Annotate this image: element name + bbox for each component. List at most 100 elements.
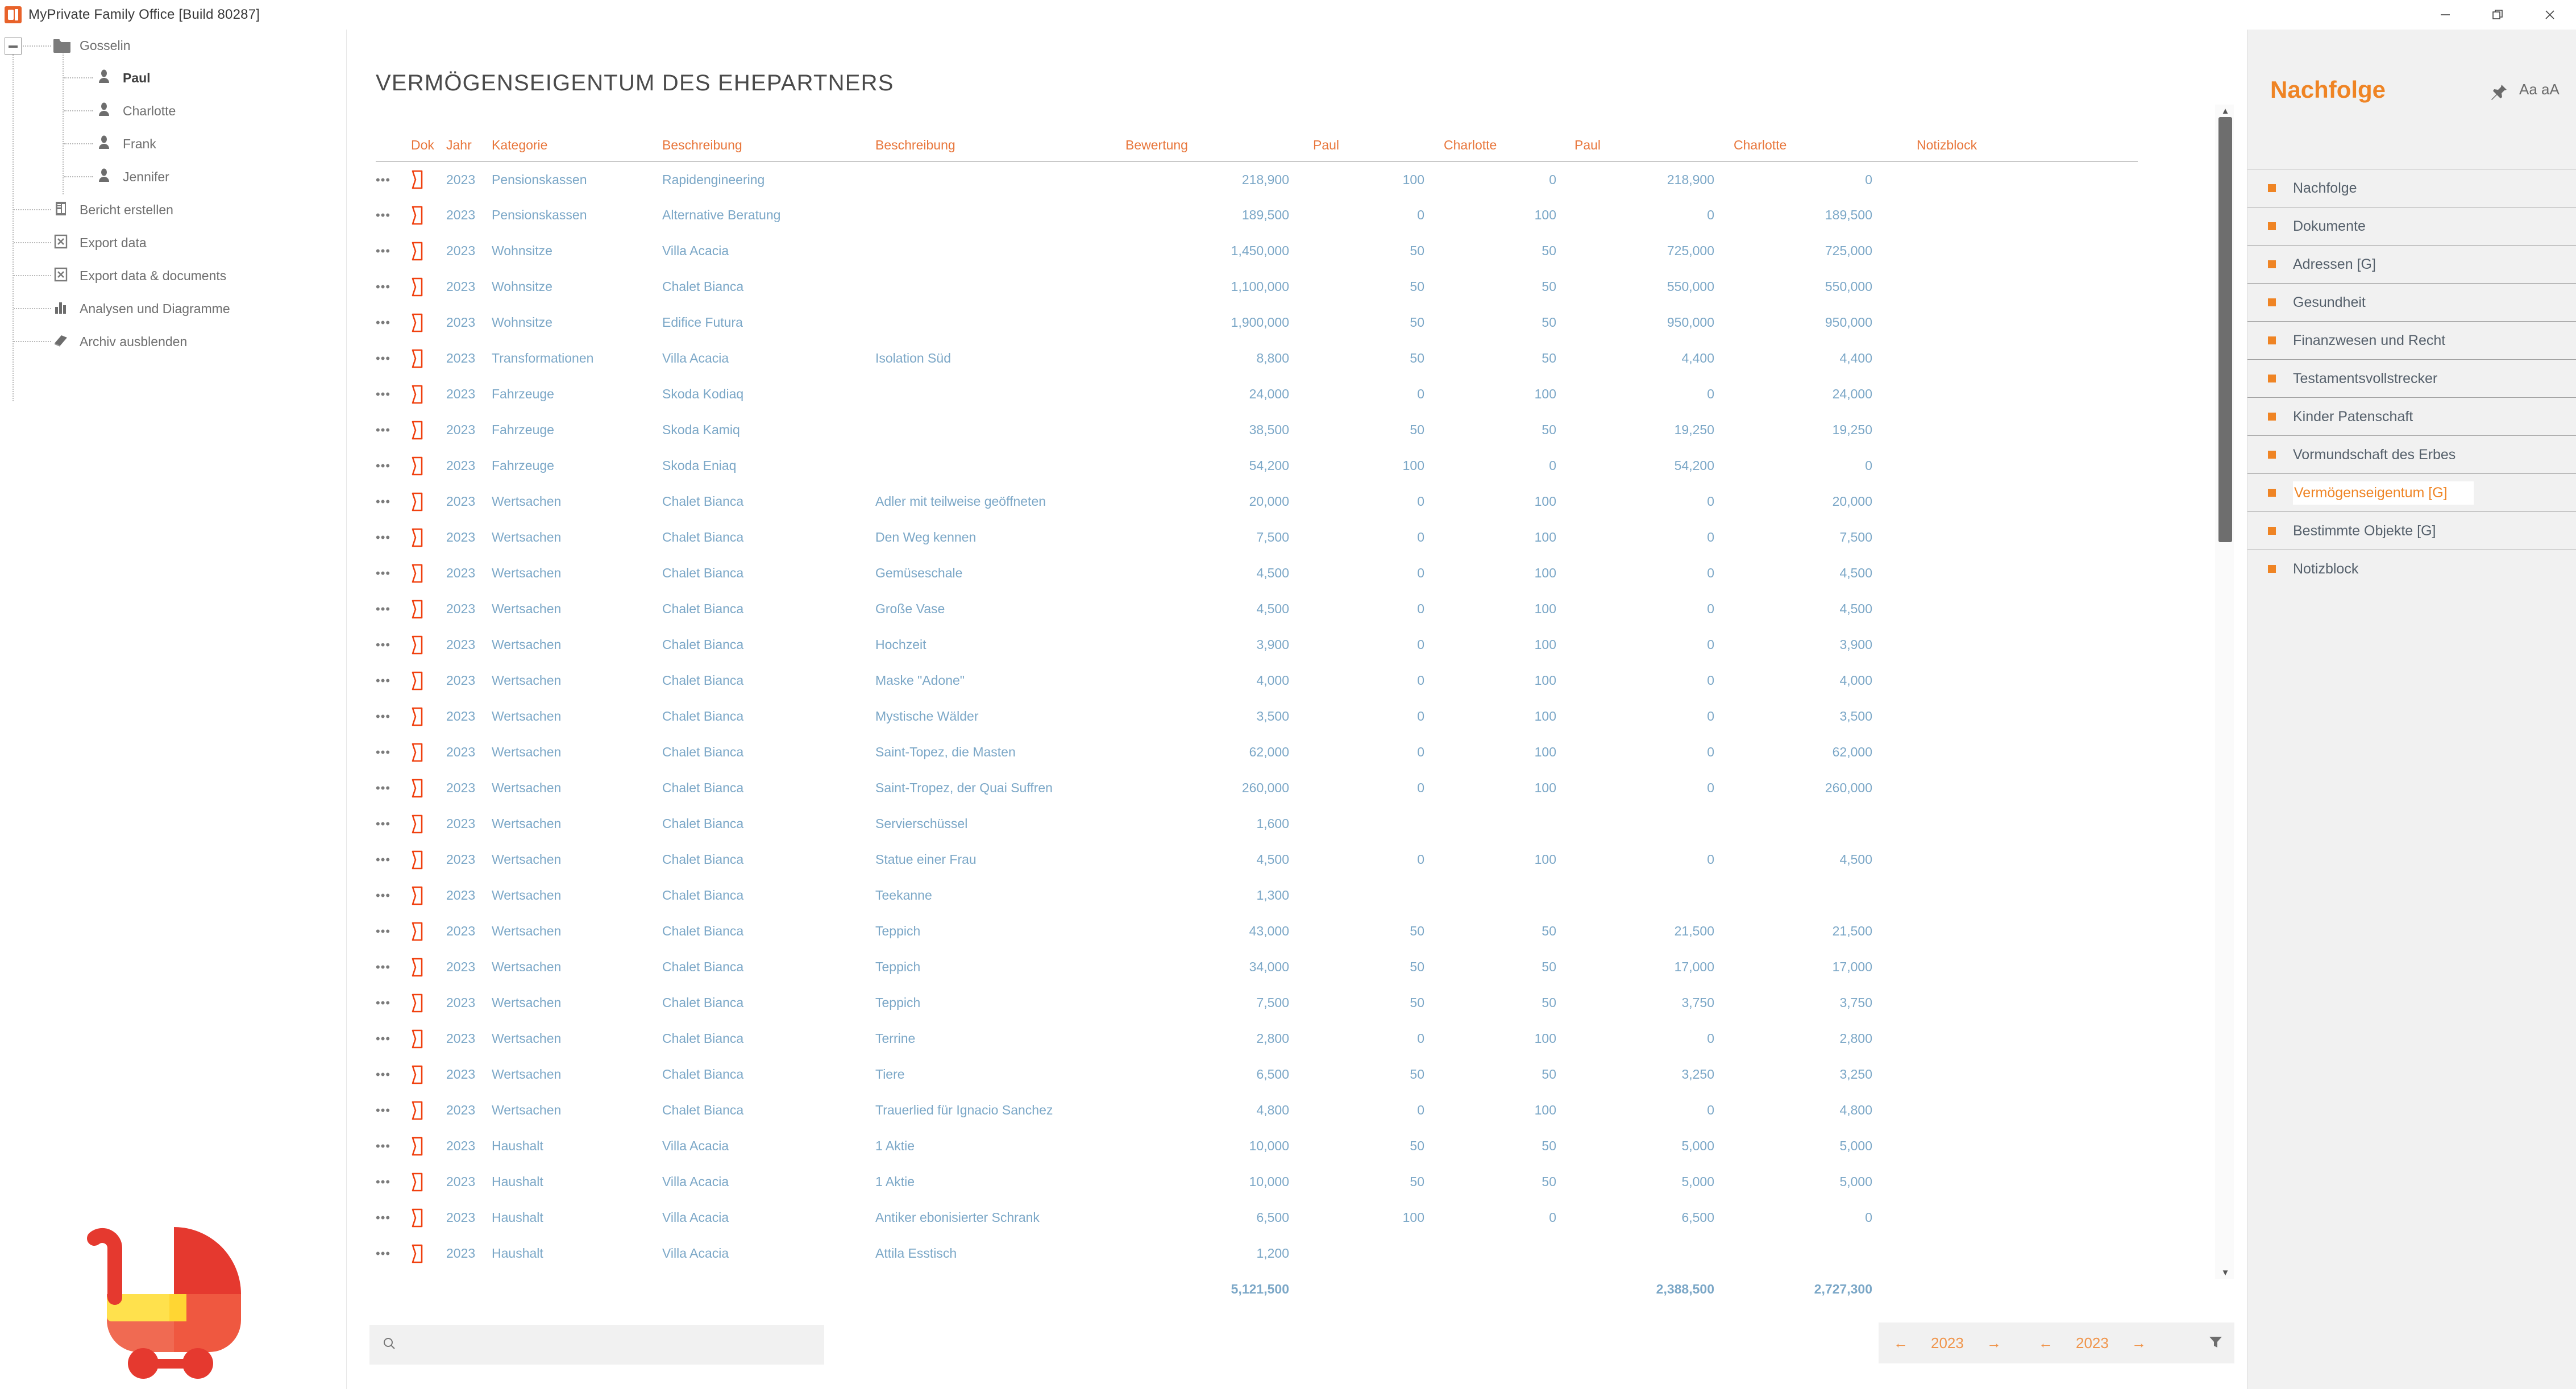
col-notizblock[interactable]: Notizblock: [1893, 138, 2138, 161]
row-menu-button[interactable]: •••: [376, 1164, 411, 1200]
col-pct-paul[interactable]: Paul: [1313, 138, 1444, 161]
document-icon[interactable]: [411, 1164, 446, 1200]
font-size-toggle[interactable]: Aa aA: [2519, 81, 2560, 98]
document-icon[interactable]: [411, 591, 446, 627]
row-menu-button[interactable]: •••: [376, 412, 411, 448]
table-row[interactable]: •••2023WertsachenChalet BiancaHochzeit3,…: [376, 627, 2138, 663]
table-row[interactable]: •••2023WertsachenChalet BiancaMystische …: [376, 698, 2138, 734]
table-row[interactable]: •••2023WertsachenChalet BiancaTerrine2,8…: [376, 1021, 2138, 1057]
row-menu-button[interactable]: •••: [376, 233, 411, 269]
col-bewertung[interactable]: Bewertung: [1125, 138, 1313, 161]
col-val-charlotte[interactable]: Charlotte: [1734, 138, 1893, 161]
document-icon[interactable]: [411, 305, 446, 340]
search-input[interactable]: [406, 1337, 792, 1352]
table-row[interactable]: •••2023WertsachenChalet BiancaGroße Vase…: [376, 591, 2138, 627]
tree-action-export-data-documents[interactable]: Export data & documents: [0, 259, 347, 292]
document-icon[interactable]: [411, 412, 446, 448]
document-icon[interactable]: [411, 448, 446, 484]
table-row[interactable]: •••2023WohnsitzeVilla Acacia1,450,000505…: [376, 233, 2138, 269]
table-row[interactable]: •••2023WertsachenChalet BiancaSaint-Tope…: [376, 734, 2138, 770]
document-icon[interactable]: [411, 913, 446, 949]
row-menu-button[interactable]: •••: [376, 161, 411, 197]
pin-icon[interactable]: [2489, 82, 2508, 101]
table-row[interactable]: •••2023HaushaltVilla AcaciaAntiker eboni…: [376, 1200, 2138, 1236]
table-row[interactable]: •••2023FahrzeugeSkoda Kamiq38,500505019,…: [376, 412, 2138, 448]
right-panel-item-10[interactable]: Bestimmte Objekte [G]: [2247, 511, 2576, 550]
table-row[interactable]: •••2023PensionskassenAlternative Beratun…: [376, 197, 2138, 233]
tree-action-export-data[interactable]: Export data: [0, 226, 347, 259]
tree-action-bericht-erstellen[interactable]: Bericht erstellen: [0, 193, 347, 226]
document-icon[interactable]: [411, 269, 446, 305]
table-row[interactable]: •••2023TransformationenVilla AcaciaIsola…: [376, 340, 2138, 376]
tree-item-frank[interactable]: Frank: [0, 127, 347, 160]
row-menu-button[interactable]: •••: [376, 842, 411, 878]
col-beschreibung-2[interactable]: Beschreibung: [875, 138, 1125, 161]
row-menu-button[interactable]: •••: [376, 376, 411, 412]
row-menu-button[interactable]: •••: [376, 806, 411, 842]
tree-item-gosselin[interactable]: Gosselin: [0, 30, 347, 61]
row-menu-button[interactable]: •••: [376, 305, 411, 340]
table-row[interactable]: •••2023WertsachenChalet BiancaTiere6,500…: [376, 1057, 2138, 1092]
row-menu-button[interactable]: •••: [376, 340, 411, 376]
document-icon[interactable]: [411, 197, 446, 233]
search-bar[interactable]: [369, 1325, 824, 1365]
table-row[interactable]: •••2023WertsachenChalet BiancaGemüsescha…: [376, 555, 2138, 591]
row-menu-button[interactable]: •••: [376, 484, 411, 519]
table-row[interactable]: •••2023WertsachenChalet BiancaMaske "Ado…: [376, 663, 2138, 698]
document-icon[interactable]: [411, 161, 446, 197]
year-to-prev-button[interactable]: ←: [2024, 1334, 2068, 1352]
document-icon[interactable]: [411, 1200, 446, 1236]
row-menu-button[interactable]: •••: [376, 698, 411, 734]
scroll-up-arrow-icon[interactable]: ▲: [2216, 105, 2234, 117]
row-menu-button[interactable]: •••: [376, 770, 411, 806]
row-menu-button[interactable]: •••: [376, 519, 411, 555]
document-icon[interactable]: [411, 878, 446, 913]
year-from-value[interactable]: 2023: [1923, 1334, 1972, 1352]
row-menu-button[interactable]: •••: [376, 448, 411, 484]
table-row[interactable]: •••2023WertsachenChalet BiancaTeekanne1,…: [376, 878, 2138, 913]
document-icon[interactable]: [411, 233, 446, 269]
row-menu-button[interactable]: •••: [376, 1128, 411, 1164]
row-menu-button[interactable]: •••: [376, 949, 411, 985]
document-icon[interactable]: [411, 555, 446, 591]
right-panel-item-3[interactable]: Adressen [G]: [2247, 245, 2576, 283]
tree-action-analysen-diagramme[interactable]: Analysen und Diagramme: [0, 292, 347, 325]
document-icon[interactable]: [411, 1092, 446, 1128]
col-val-paul[interactable]: Paul: [1574, 138, 1734, 161]
document-icon[interactable]: [411, 806, 446, 842]
table-row[interactable]: •••2023WertsachenChalet BiancaDen Weg ke…: [376, 519, 2138, 555]
row-menu-button[interactable]: •••: [376, 913, 411, 949]
right-panel-item-1[interactable]: Nachfolge: [2247, 169, 2576, 207]
tree-item-paul[interactable]: Paul: [0, 61, 347, 94]
document-icon[interactable]: [411, 663, 446, 698]
row-menu-button[interactable]: •••: [376, 1236, 411, 1271]
tree-item-charlotte[interactable]: Charlotte: [0, 94, 347, 127]
row-menu-button[interactable]: •••: [376, 1092, 411, 1128]
table-row[interactable]: •••2023WertsachenChalet BiancaTrauerlied…: [376, 1092, 2138, 1128]
col-pct-charlotte[interactable]: Charlotte: [1444, 138, 1574, 161]
scroll-down-arrow-icon[interactable]: ▼: [2216, 1266, 2234, 1279]
table-row[interactable]: •••2023WertsachenChalet BiancaSaint-Trop…: [376, 770, 2138, 806]
row-menu-button[interactable]: •••: [376, 269, 411, 305]
year-from-prev-button[interactable]: ←: [1879, 1334, 1923, 1352]
table-row[interactable]: •••2023FahrzeugeSkoda Kodiaq24,000010002…: [376, 376, 2138, 412]
table-row[interactable]: •••2023HaushaltVilla Acacia1 Aktie10,000…: [376, 1128, 2138, 1164]
table-row[interactable]: •••2023WertsachenChalet BiancaTeppich43,…: [376, 913, 2138, 949]
filter-button[interactable]: [2197, 1323, 2234, 1363]
row-menu-button[interactable]: •••: [376, 878, 411, 913]
restore-button[interactable]: [2471, 0, 2524, 30]
right-panel-item-9[interactable]: Vermögenseigentum [G]: [2247, 473, 2576, 511]
document-icon[interactable]: [411, 519, 446, 555]
table-row[interactable]: •••2023WertsachenChalet BiancaStatue ein…: [376, 842, 2138, 878]
document-icon[interactable]: [411, 842, 446, 878]
row-menu-button[interactable]: •••: [376, 1021, 411, 1057]
row-menu-button[interactable]: •••: [376, 1200, 411, 1236]
right-panel-item-4[interactable]: Gesundheit: [2247, 283, 2576, 321]
col-kategorie[interactable]: Kategorie: [492, 138, 662, 161]
tree-item-jennifer[interactable]: Jennifer: [0, 160, 347, 193]
right-panel-item-11[interactable]: Notizblock: [2247, 550, 2576, 588]
table-row[interactable]: •••2023PensionskassenRapidengineering218…: [376, 161, 2138, 197]
table-row[interactable]: •••2023WertsachenChalet BiancaServiersch…: [376, 806, 2138, 842]
minimize-button[interactable]: [2419, 0, 2471, 30]
col-beschreibung-1[interactable]: Beschreibung: [662, 138, 875, 161]
